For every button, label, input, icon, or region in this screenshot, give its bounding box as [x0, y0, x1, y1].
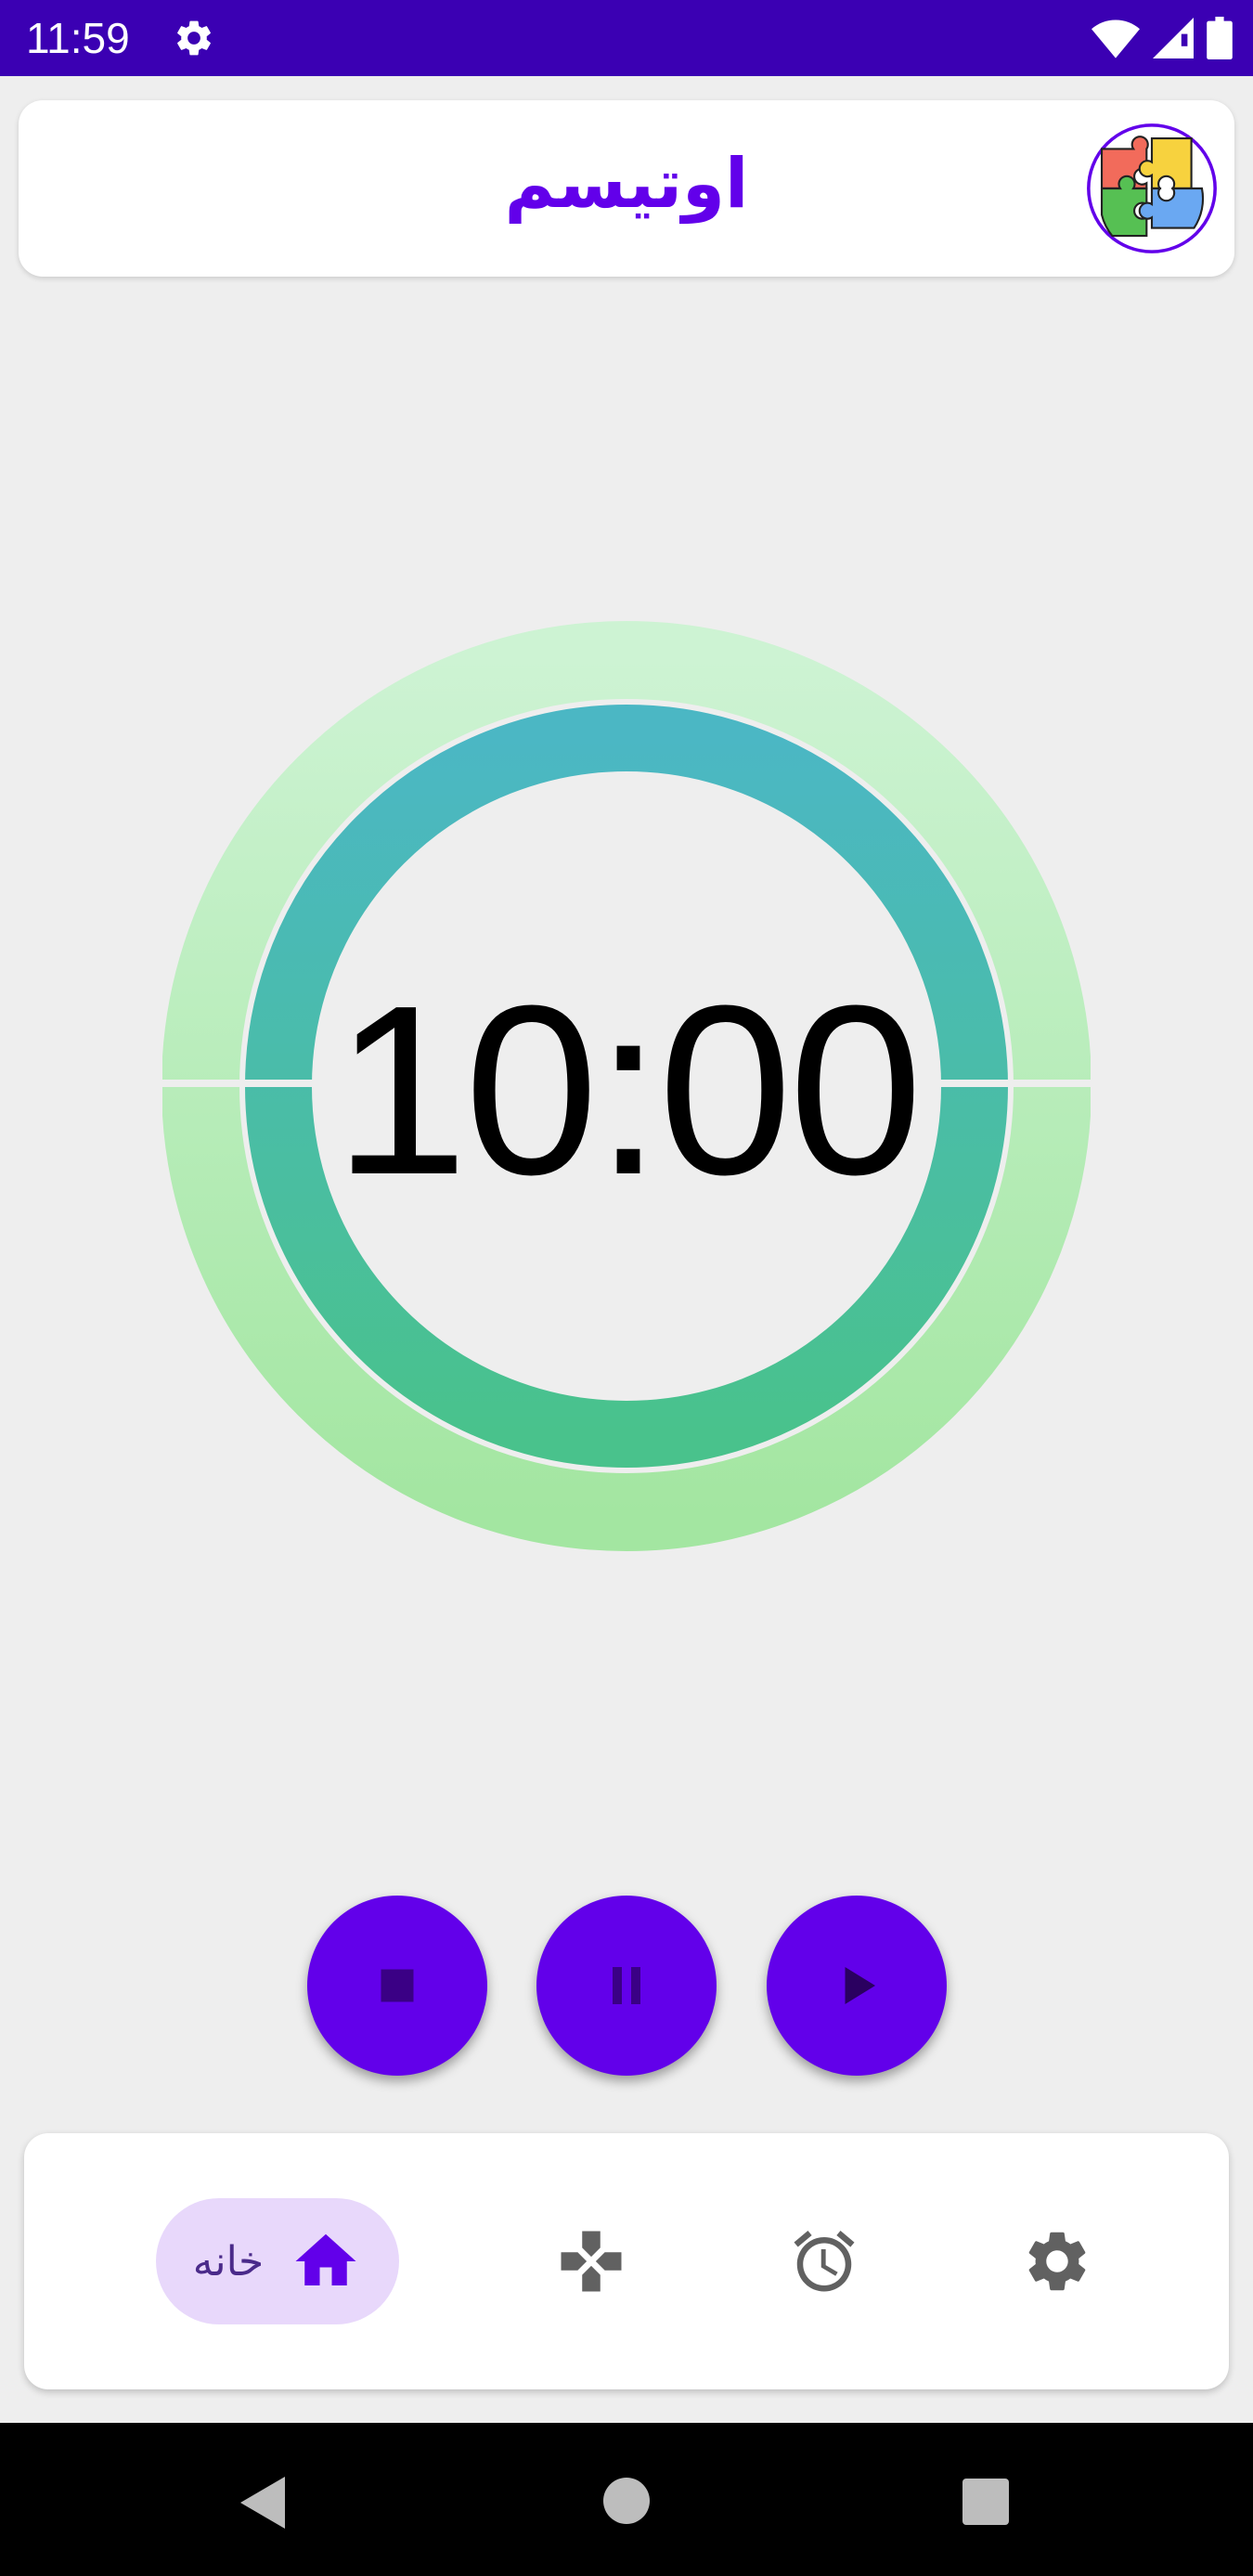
status-time: 11:59: [26, 14, 130, 62]
settings-gear-icon: [1028, 2232, 1086, 2291]
wifi-icon: [1092, 19, 1140, 58]
nav-item-timer[interactable]: [743, 2198, 906, 2324]
nav-home-label: خانه: [192, 2237, 265, 2285]
stop-icon: [381, 1969, 414, 2002]
nav-item-games[interactable]: [510, 2198, 673, 2324]
home-icon: [295, 2233, 356, 2285]
bottom-nav: خانه: [24, 2133, 1229, 2389]
status-bar: 11:59: [0, 0, 1253, 76]
timer-display: 10:00: [333, 956, 924, 1225]
home-circle-icon[interactable]: [602, 2477, 651, 2525]
nav-item-home[interactable]: خانه: [156, 2198, 399, 2324]
play-icon: [845, 1967, 875, 2004]
stop-button[interactable]: [307, 1896, 487, 2076]
gamepad-icon: [561, 2231, 622, 2292]
timer: 10:00: [162, 599, 1091, 1573]
status-icons: [1092, 15, 1233, 61]
nav-item-settings[interactable]: [975, 2198, 1139, 2324]
alarm-clock-icon: [794, 2231, 855, 2292]
settings-gear-small-icon: [177, 20, 211, 56]
recents-icon[interactable]: [962, 2479, 1009, 2525]
puzzle-logo-icon: [1087, 123, 1217, 253]
system-nav-bar: [0, 2423, 1253, 2576]
signal-icon: [1153, 18, 1194, 58]
pause-icon: [613, 1967, 640, 2004]
back-icon[interactable]: [237, 2475, 289, 2531]
battery-icon: [1207, 17, 1233, 59]
app-title: اوتیسم: [504, 144, 749, 224]
play-button[interactable]: [767, 1896, 947, 2076]
app-header: اوتیسم: [19, 100, 1234, 277]
pause-button[interactable]: [536, 1896, 717, 2076]
